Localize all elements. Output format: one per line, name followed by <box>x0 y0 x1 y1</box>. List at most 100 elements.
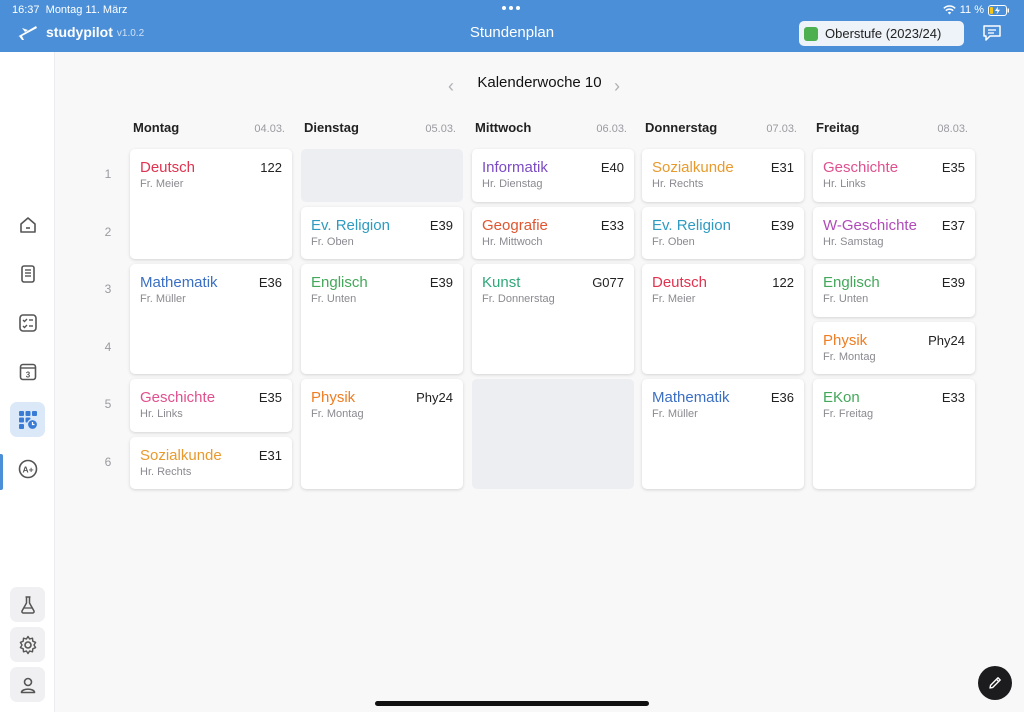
lesson-room: E33 <box>941 390 965 405</box>
lesson-card[interactable]: Englisch E39 Fr. Unten <box>813 264 975 317</box>
status-date: Montag 11. März <box>45 4 128 16</box>
calendar-icon-label: 3 <box>25 370 30 379</box>
lesson-subject: Geschichte <box>140 389 216 406</box>
lesson-subject: Sozialkunde <box>140 446 222 464</box>
lesson-subject: Ev. Religion <box>652 216 731 234</box>
day-header: Dienstag 05.03. <box>304 120 466 138</box>
lesson-card[interactable]: W-Geschichte E37 Hr. Samstag <box>813 206 975 259</box>
lesson-card[interactable]: Informatik E40 Hr. Dienstag <box>472 149 634 202</box>
lesson-room: E31 <box>770 160 794 175</box>
period-number: 3 <box>104 282 112 296</box>
week-label: Kalenderwoche 10 <box>477 74 602 91</box>
lesson-room: E33 <box>600 217 624 233</box>
lesson-card[interactable]: EKon E33 Fr. Freitag <box>813 379 975 489</box>
lesson-card[interactable]: Physik Phy24 Fr. Montag <box>813 321 975 374</box>
term-selector[interactable]: Oberstufe (2023/24) <box>799 21 964 46</box>
lesson-subject: Geschichte <box>823 159 899 176</box>
lesson-card[interactable]: Geschichte E35 Hr. Links <box>130 379 292 432</box>
lesson-subject: EKon <box>823 389 860 406</box>
previous-week-chevron-icon[interactable]: ‹ <box>448 76 454 97</box>
lesson-teacher: Hr. Dienstag <box>482 178 543 190</box>
lesson-room: E36 <box>258 275 282 290</box>
lesson-teacher: Fr. Unten <box>311 293 357 305</box>
lesson-subject: Mathematik <box>652 389 730 406</box>
lesson-card[interactable]: Englisch E39 Fr. Unten <box>301 264 463 374</box>
free-period-slot[interactable] <box>472 379 634 489</box>
lesson-room: E31 <box>258 447 282 463</box>
lesson-card[interactable]: Deutsch 122 Fr. Meier <box>130 149 292 259</box>
nav-lab[interactable] <box>10 587 45 622</box>
day-header: Freitag 08.03. <box>816 120 978 138</box>
tasks-icon <box>18 313 37 332</box>
lesson-card[interactable]: Deutsch 122 Fr. Meier <box>642 264 804 374</box>
sidebar: 3 A+ <box>0 52 55 712</box>
app-header: 16:37 Montag 11. März 11 % studypilot v1… <box>0 0 1024 52</box>
lesson-subject: Ev. Religion <box>311 216 390 234</box>
period-number: 6 <box>104 454 112 469</box>
day-date: 08.03. <box>937 123 968 135</box>
lesson-subject: Deutsch <box>140 159 196 176</box>
lesson-card[interactable]: Mathematik E36 Fr. Müller <box>642 379 804 489</box>
lesson-card[interactable]: Physik Phy24 Fr. Montag <box>301 379 463 489</box>
lesson-teacher: Fr. Oben <box>652 235 695 248</box>
lesson-subject: Geografie <box>482 216 548 234</box>
lesson-card[interactable]: Sozialkunde E31 Hr. Rechts <box>642 149 804 202</box>
grades-icon-label: A+ <box>22 464 33 474</box>
lesson-card[interactable]: Mathematik E36 Fr. Müller <box>130 264 292 374</box>
lesson-room: E35 <box>941 160 965 175</box>
nav-calendar[interactable]: 3 <box>10 354 45 389</box>
lesson-card[interactable]: Sozialkunde E31 Hr. Rechts <box>130 436 292 489</box>
lesson-teacher: Fr. Meier <box>140 178 184 190</box>
lesson-room: E36 <box>770 390 794 405</box>
lesson-room: E37 <box>941 217 965 233</box>
nav-home[interactable] <box>10 207 45 242</box>
day-header: Donnerstag 07.03. <box>645 120 807 138</box>
day-name: Donnerstag <box>645 120 718 135</box>
lesson-card[interactable]: Kunst G077 Fr. Donnerstag <box>472 264 634 374</box>
nav-settings[interactable] <box>10 627 45 662</box>
day-name: Freitag <box>816 120 860 135</box>
lesson-card[interactable]: Geografie E33 Hr. Mittwoch <box>472 206 634 259</box>
lesson-teacher: Fr. Freitag <box>823 408 874 420</box>
lesson-subject: Informatik <box>482 159 548 176</box>
nav-profile[interactable] <box>10 667 45 702</box>
lesson-subject: Englisch <box>823 274 880 291</box>
lesson-card[interactable]: Ev. Religion E39 Fr. Oben <box>301 206 463 259</box>
chat-icon[interactable] <box>982 24 1002 42</box>
day-name: Mittwoch <box>475 120 532 135</box>
free-period-slot[interactable] <box>301 149 463 202</box>
battery-percent: 11 % <box>959 4 984 16</box>
lesson-subject: Englisch <box>311 274 368 291</box>
next-week-chevron-icon[interactable]: › <box>614 76 620 97</box>
day-date: 04.03. <box>254 123 285 135</box>
period-number: 1 <box>104 167 112 181</box>
lesson-teacher: Fr. Müller <box>140 293 186 305</box>
nav-notebook[interactable] <box>10 256 45 291</box>
lesson-subject: Physik <box>823 331 868 349</box>
lesson-subject: W-Geschichte <box>823 216 917 234</box>
lesson-teacher: Hr. Links <box>140 408 183 420</box>
nav-timetable[interactable] <box>10 402 45 437</box>
lesson-card[interactable]: Ev. Religion E39 Fr. Oben <box>642 206 804 259</box>
lesson-teacher: Fr. Donnerstag <box>482 293 555 305</box>
lesson-room: E39 <box>429 217 453 233</box>
grades-icon: A+ <box>18 459 37 478</box>
nav-grades[interactable]: A+ <box>10 451 45 486</box>
pencil-icon <box>989 677 1001 689</box>
lesson-teacher: Fr. Montag <box>823 350 876 363</box>
multitasking-dots[interactable] <box>502 6 520 10</box>
wifi-icon <box>943 5 956 15</box>
home-icon <box>19 216 36 233</box>
edit-button[interactable] <box>978 666 1012 700</box>
lesson-room: 122 <box>772 275 794 290</box>
week-navigator: ‹ Kalenderwoche 10 › <box>0 74 1024 96</box>
lesson-subject: Sozialkunde <box>652 159 734 176</box>
lesson-card[interactable]: Geschichte E35 Hr. Links <box>813 149 975 202</box>
home-indicator[interactable] <box>375 701 649 706</box>
status-indicators: 11 % <box>943 4 1010 16</box>
period-number: 4 <box>104 339 112 354</box>
active-indicator <box>0 454 3 490</box>
battery-charging-icon <box>988 4 1009 16</box>
nav-tasks[interactable] <box>10 305 45 340</box>
settings-icon <box>19 635 36 654</box>
